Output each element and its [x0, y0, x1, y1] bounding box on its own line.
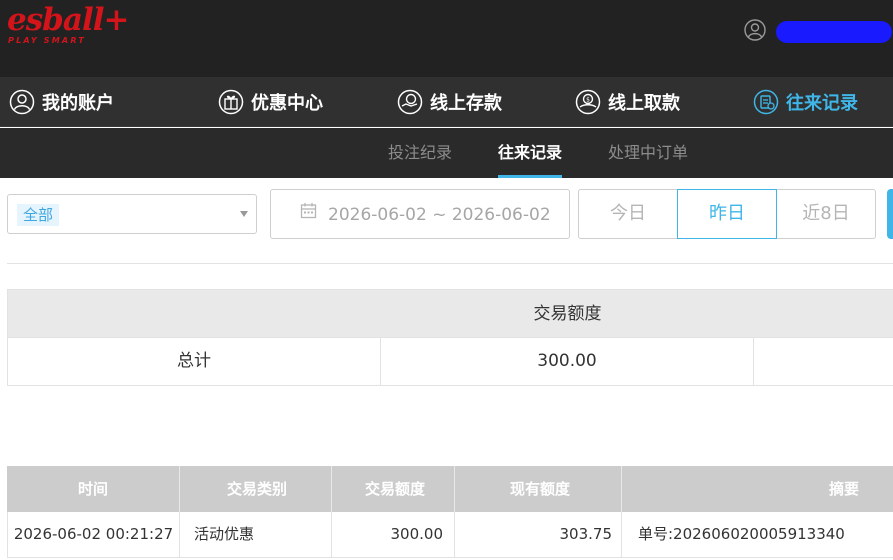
summary-total-value: 300.00 — [381, 338, 754, 385]
yesterday-button[interactable]: 昨日 — [677, 189, 777, 239]
nav-item-promotions[interactable]: 优惠中心 — [218, 77, 323, 127]
deposit-icon — [397, 89, 423, 115]
transaction-type-select[interactable]: 全部 — [7, 194, 257, 234]
cell-time: 2026-06-02 00:21:27 — [8, 512, 180, 557]
column-header-amount: 交易额度 — [332, 466, 455, 512]
quick-date-group: 今日 昨日 近8日 — [578, 189, 876, 239]
brand-logo[interactable]: esball+ PLAY SMART — [7, 2, 129, 45]
gift-icon — [218, 89, 244, 115]
nav-item-records[interactable]: 往来记录 — [753, 77, 858, 127]
withdraw-icon: $ — [575, 89, 601, 115]
tab-transaction-records[interactable]: 往来记录 — [498, 128, 563, 178]
divider — [7, 263, 893, 264]
summary-header: 交易额度 — [7, 289, 893, 338]
nav-item-deposit[interactable]: 线上存款 — [397, 77, 502, 127]
summary-total-label: 总计 — [8, 338, 381, 385]
app-root: esball+ PLAY SMART 我的账户 优惠中心 线上存款 $ 线上取款… — [0, 0, 893, 560]
records-table-header: 时间 交易类别 交易额度 现有额度 摘要 — [7, 466, 893, 512]
summary-row: 总计 300.00 — [7, 338, 893, 386]
tab-pending-orders[interactable]: 处理中订单 — [608, 128, 688, 178]
sub-nav: 投注纪录 往来记录 处理中订单 — [0, 128, 893, 178]
nav-item-my-account[interactable]: 我的账户 — [9, 77, 114, 127]
search-button[interactable] — [887, 189, 893, 239]
nav-label: 线上存款 — [430, 93, 502, 114]
nav-label: 线上取款 — [608, 93, 680, 114]
column-header-summary: 摘要 — [828, 480, 859, 498]
date-range-value: 2026-06-02 ~ 2026-06-02 — [328, 205, 551, 225]
calendar-icon — [300, 203, 317, 219]
records-icon — [753, 89, 779, 115]
user-icon — [9, 89, 35, 115]
chevron-down-icon — [240, 211, 248, 217]
cell-balance: 303.75 — [455, 512, 622, 557]
nav-label: 我的账户 — [42, 93, 114, 114]
nav-label: 优惠中心 — [251, 93, 323, 114]
main-nav: 我的账户 优惠中心 线上存款 $ 线上取款 往来记录 — [0, 77, 893, 127]
cell-amount: 300.00 — [332, 512, 455, 557]
selected-type-tag: 全部 — [17, 204, 60, 226]
date-range-picker[interactable]: 2026-06-02 ~ 2026-06-02 — [270, 189, 570, 239]
column-header-time: 时间 — [7, 466, 180, 512]
nav-label: 往来记录 — [786, 93, 858, 114]
column-header-type: 交易类别 — [180, 466, 332, 512]
last-8-days-button[interactable]: 近8日 — [776, 189, 876, 239]
cell-summary: 单号:202606020005913340 — [638, 525, 845, 543]
tab-bet-history[interactable]: 投注纪录 — [388, 128, 452, 178]
nav-item-withdraw[interactable]: $ 线上取款 — [575, 77, 680, 127]
svg-text:$: $ — [586, 97, 590, 104]
cell-type: 活动优惠 — [180, 512, 332, 557]
summary-empty-cell — [754, 338, 893, 385]
column-header-balance: 现有额度 — [455, 466, 622, 512]
summary-header-label: 交易额度 — [533, 304, 602, 324]
today-button[interactable]: 今日 — [578, 189, 678, 239]
logo-text: esball+ — [7, 2, 129, 38]
table-row: 2026-06-02 00:21:27 活动优惠 300.00 303.75 单… — [7, 512, 893, 558]
top-header: esball+ PLAY SMART — [0, 0, 893, 77]
username-redacted[interactable] — [776, 21, 892, 43]
user-circle-icon[interactable] — [744, 19, 766, 41]
logo-tagline: PLAY SMART — [8, 36, 86, 45]
